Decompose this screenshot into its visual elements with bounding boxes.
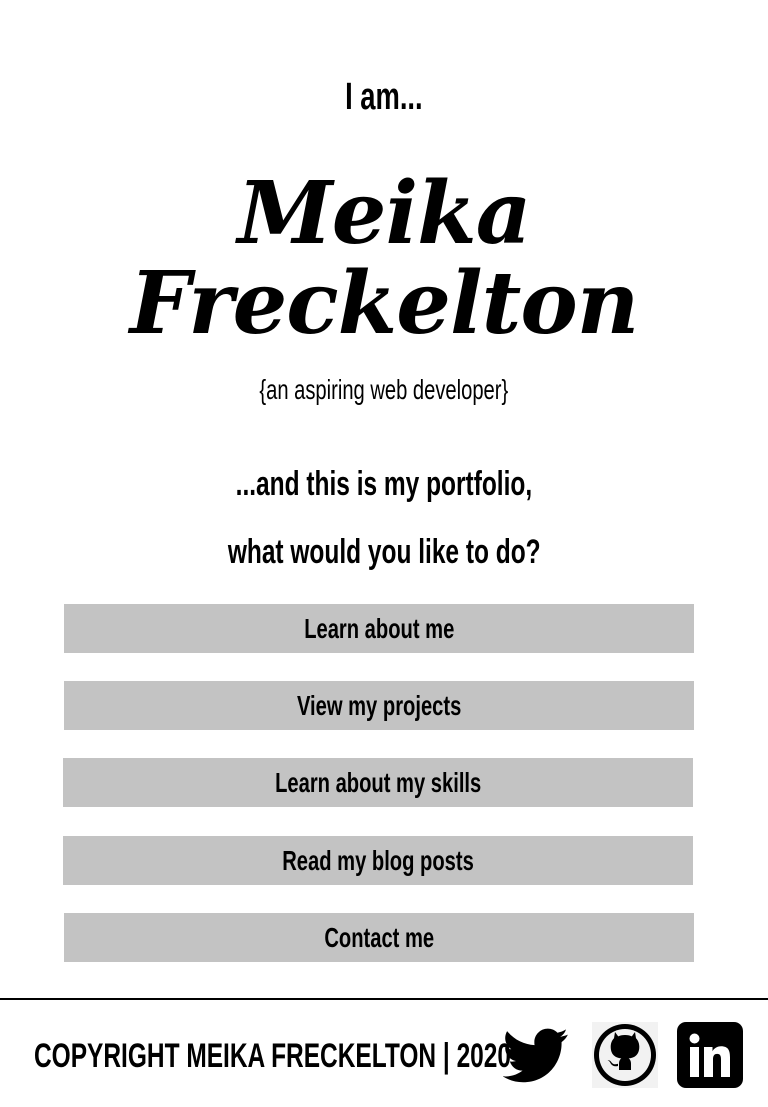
linkedin-icon[interactable]	[677, 1022, 743, 1088]
prompt-line-1: ...and this is my portfolio,	[235, 465, 533, 503]
intro-text: I am...	[345, 76, 423, 118]
view-projects-button[interactable]: View my projects	[64, 681, 694, 730]
name-first: Meika	[237, 163, 532, 264]
twitter-icon[interactable]	[503, 1022, 569, 1088]
github-icon[interactable]	[592, 1022, 658, 1088]
prompt-line-2: what would you like to do?	[227, 533, 541, 571]
contact-me-button[interactable]: Contact me	[64, 913, 694, 962]
footer: COPYRIGHT MEIKA FRECKELTON | 2020	[0, 998, 768, 1107]
tagline: {an aspiring web developer}	[259, 374, 509, 405]
name-last: Freckelton	[129, 253, 640, 354]
read-blog-button[interactable]: Read my blog posts	[63, 836, 693, 885]
learn-about-me-button[interactable]: Learn about me	[64, 604, 694, 653]
learn-skills-button[interactable]: Learn about my skills	[63, 758, 693, 807]
